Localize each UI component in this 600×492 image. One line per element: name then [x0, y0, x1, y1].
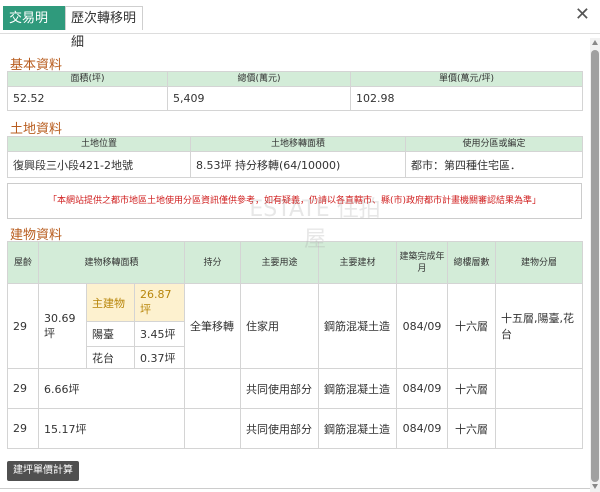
value-area: 52.52	[7, 86, 168, 111]
table-row: 29 30.69坪 主建物 26.87坪 全筆移轉 住家用 鋼筋混凝土造 084…	[7, 283, 583, 369]
cell-material: 鋼筋混凝土造	[318, 368, 397, 409]
header-building-floor: 建物分層	[495, 241, 583, 284]
cell-completed: 084/09	[396, 408, 448, 449]
header-building-age: 屋齡	[7, 241, 39, 284]
tab-transfer-history[interactable]: 歷次轉移明細	[65, 6, 143, 50]
header-main-use: 主要用途	[240, 241, 319, 284]
cell-use: 共同使用部分	[240, 408, 319, 449]
value-total-price: 5,409	[167, 86, 351, 111]
cell-part-value: 0.37坪	[134, 346, 185, 369]
cell-floor	[495, 368, 583, 409]
cell-share	[184, 368, 241, 409]
divider	[0, 488, 590, 489]
land-section-title: 土地資料	[10, 122, 63, 137]
header-completion-date: 建築完成年月	[396, 241, 448, 284]
header-share: 持分	[184, 241, 241, 284]
header-total-price: 總價(萬元)	[167, 71, 351, 87]
building-table: 屋齡 建物移轉面積 持分 主要用途 主要建材 建築完成年月 總樓層數 建物分層 …	[7, 241, 583, 449]
cell-completed: 084/09	[396, 283, 448, 369]
header-main-material: 主要建材	[318, 241, 397, 284]
cell-floors: 十六層	[447, 283, 496, 369]
tab-transaction-detail[interactable]: 交易明細	[3, 6, 65, 50]
cell-floor	[495, 408, 583, 449]
cell-area: 6.66坪	[38, 368, 185, 409]
cell-part-name: 主建物	[86, 283, 135, 322]
cell-part-value: 26.87坪	[134, 283, 185, 322]
cell-share	[184, 408, 241, 449]
cell-part-name: 陽臺	[86, 321, 135, 347]
value-land-location: 復興段三小段421-2地號	[7, 151, 191, 178]
unit-price-calc-button[interactable]: 建坪單價計算	[7, 461, 79, 481]
cell-floors: 十六層	[447, 368, 496, 409]
zoning-disclaimer: 「本網站提供之都市地區土地使用分區資訊僅供參考，如有疑義，仍請以各直轄市、縣(市…	[7, 183, 582, 219]
land-table: 土地位置 土地移轉面積 使用分區或編定 復興段三小段421-2地號 8.53坪 …	[7, 136, 583, 178]
table-row: 29 15.17坪 共同使用部分 鋼筋混凝土造 084/09 十六層	[7, 408, 583, 449]
close-icon[interactable]: ✕	[575, 4, 590, 26]
cell-material: 鋼筋混凝土造	[318, 283, 397, 369]
header-land-transfer-area: 土地移轉面積	[190, 136, 406, 152]
cell-floor: 十五層,陽臺,花台	[495, 283, 583, 369]
header-area: 面積(坪)	[7, 71, 168, 87]
cell-area: 15.17坪	[38, 408, 185, 449]
header-total-floors: 總樓層數	[447, 241, 496, 284]
cell-completed: 084/09	[396, 368, 448, 409]
header-land-zoning: 使用分區或編定	[405, 136, 583, 152]
cell-material: 鋼筋混凝土造	[318, 408, 397, 449]
cell-age: 29	[7, 408, 39, 449]
header-land-location: 土地位置	[7, 136, 191, 152]
cell-age: 29	[7, 368, 39, 409]
cell-share: 全筆移轉	[184, 283, 241, 369]
table-row: 29 6.66坪 共同使用部分 鋼筋混凝土造 084/09 十六層	[7, 368, 583, 409]
scroll-up-arrow-icon[interactable]	[592, 40, 598, 45]
cell-age: 29	[7, 283, 39, 369]
cell-floors: 十六層	[447, 408, 496, 449]
cell-use: 共同使用部分	[240, 368, 319, 409]
cell-use: 住家用	[240, 283, 319, 369]
header-unit-price: 單價(萬元/坪)	[350, 71, 583, 87]
header-building-area: 建物移轉面積	[38, 241, 185, 284]
value-unit-price: 102.98	[350, 86, 583, 111]
scrollbar-thumb[interactable]	[591, 50, 599, 482]
value-land-transfer-area: 8.53坪 持分移轉(64/10000)	[190, 151, 406, 178]
cell-part-name: 花台	[86, 346, 135, 369]
cell-part-value: 3.45坪	[134, 321, 185, 347]
value-land-zoning: 都市：第四種住宅區．	[405, 151, 583, 178]
scroll-down-arrow-icon[interactable]	[592, 484, 598, 489]
cell-area: 30.69坪	[38, 283, 87, 369]
basic-table: 面積(坪) 總價(萬元) 單價(萬元/坪) 52.52 5,409 102.98	[7, 71, 583, 111]
tab-bar: 交易明細 歷次轉移明細	[0, 0, 600, 50]
